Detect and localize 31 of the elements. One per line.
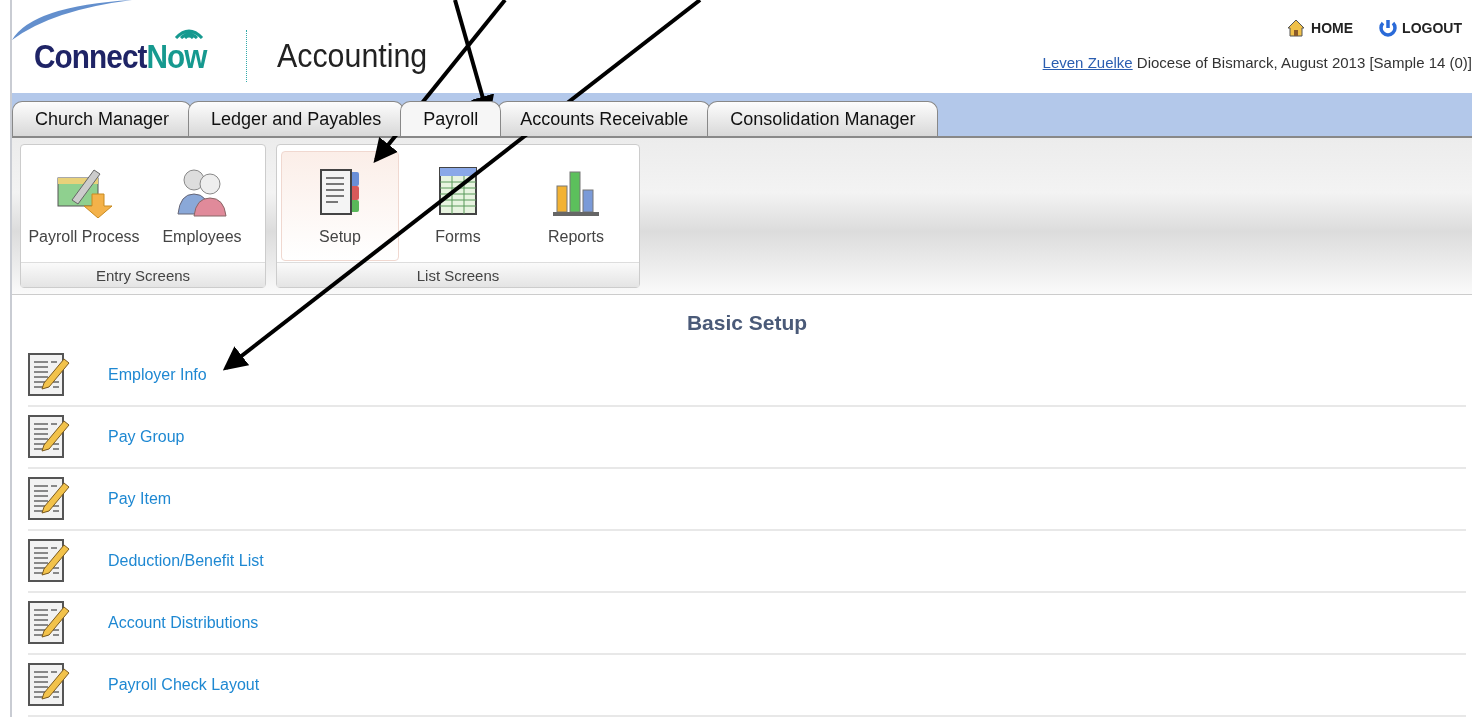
ribbon-button[interactable]: Reports <box>517 151 635 261</box>
section-title: Basic Setup <box>685 311 809 335</box>
module-tab[interactable]: Consolidation Manager <box>707 101 939 136</box>
edit-document-icon <box>28 601 70 645</box>
setup-link[interactable]: Employer Info <box>108 366 207 384</box>
ribbon-button[interactable]: Employees <box>143 151 261 261</box>
edit-document-icon <box>28 663 70 707</box>
edit-document-icon <box>28 353 70 397</box>
setup-link[interactable]: Deduction/Benefit List <box>108 552 264 570</box>
setup-link[interactable]: Account Distributions <box>108 614 259 632</box>
ribbon-button[interactable]: Setup <box>281 151 399 261</box>
edit-document-icon <box>28 477 70 521</box>
power-icon <box>1379 19 1398 37</box>
user-link[interactable]: Leven Zuelke <box>1042 54 1133 71</box>
logout-link[interactable]: LOGOUT <box>1379 18 1462 38</box>
group-label: Entry Screens <box>21 262 265 287</box>
edit-document-icon <box>28 415 70 459</box>
group-label: List Screens <box>277 262 639 287</box>
home-link[interactable]: HOME <box>1286 18 1354 38</box>
logo: ConnectNow <box>34 40 207 74</box>
house-icon <box>1286 18 1307 38</box>
setup-link[interactable]: Pay Group <box>108 428 185 446</box>
module-tab[interactable]: Payroll <box>400 101 502 136</box>
user-context: Leven Zuelke Diocese of Bismarck, August 2013 [Sample 14 (0)] <box>1042 54 1472 71</box>
ribbon-button[interactable]: Payroll Process <box>25 151 143 261</box>
edit-document-icon <box>28 539 70 583</box>
spreadsheet-icon <box>436 166 480 218</box>
app-title: Accounting <box>276 36 427 75</box>
setup-link[interactable]: Pay Item <box>108 490 172 508</box>
setup-link[interactable]: Payroll Check Layout <box>108 676 260 694</box>
ribbon-button[interactable]: Forms <box>399 151 517 261</box>
